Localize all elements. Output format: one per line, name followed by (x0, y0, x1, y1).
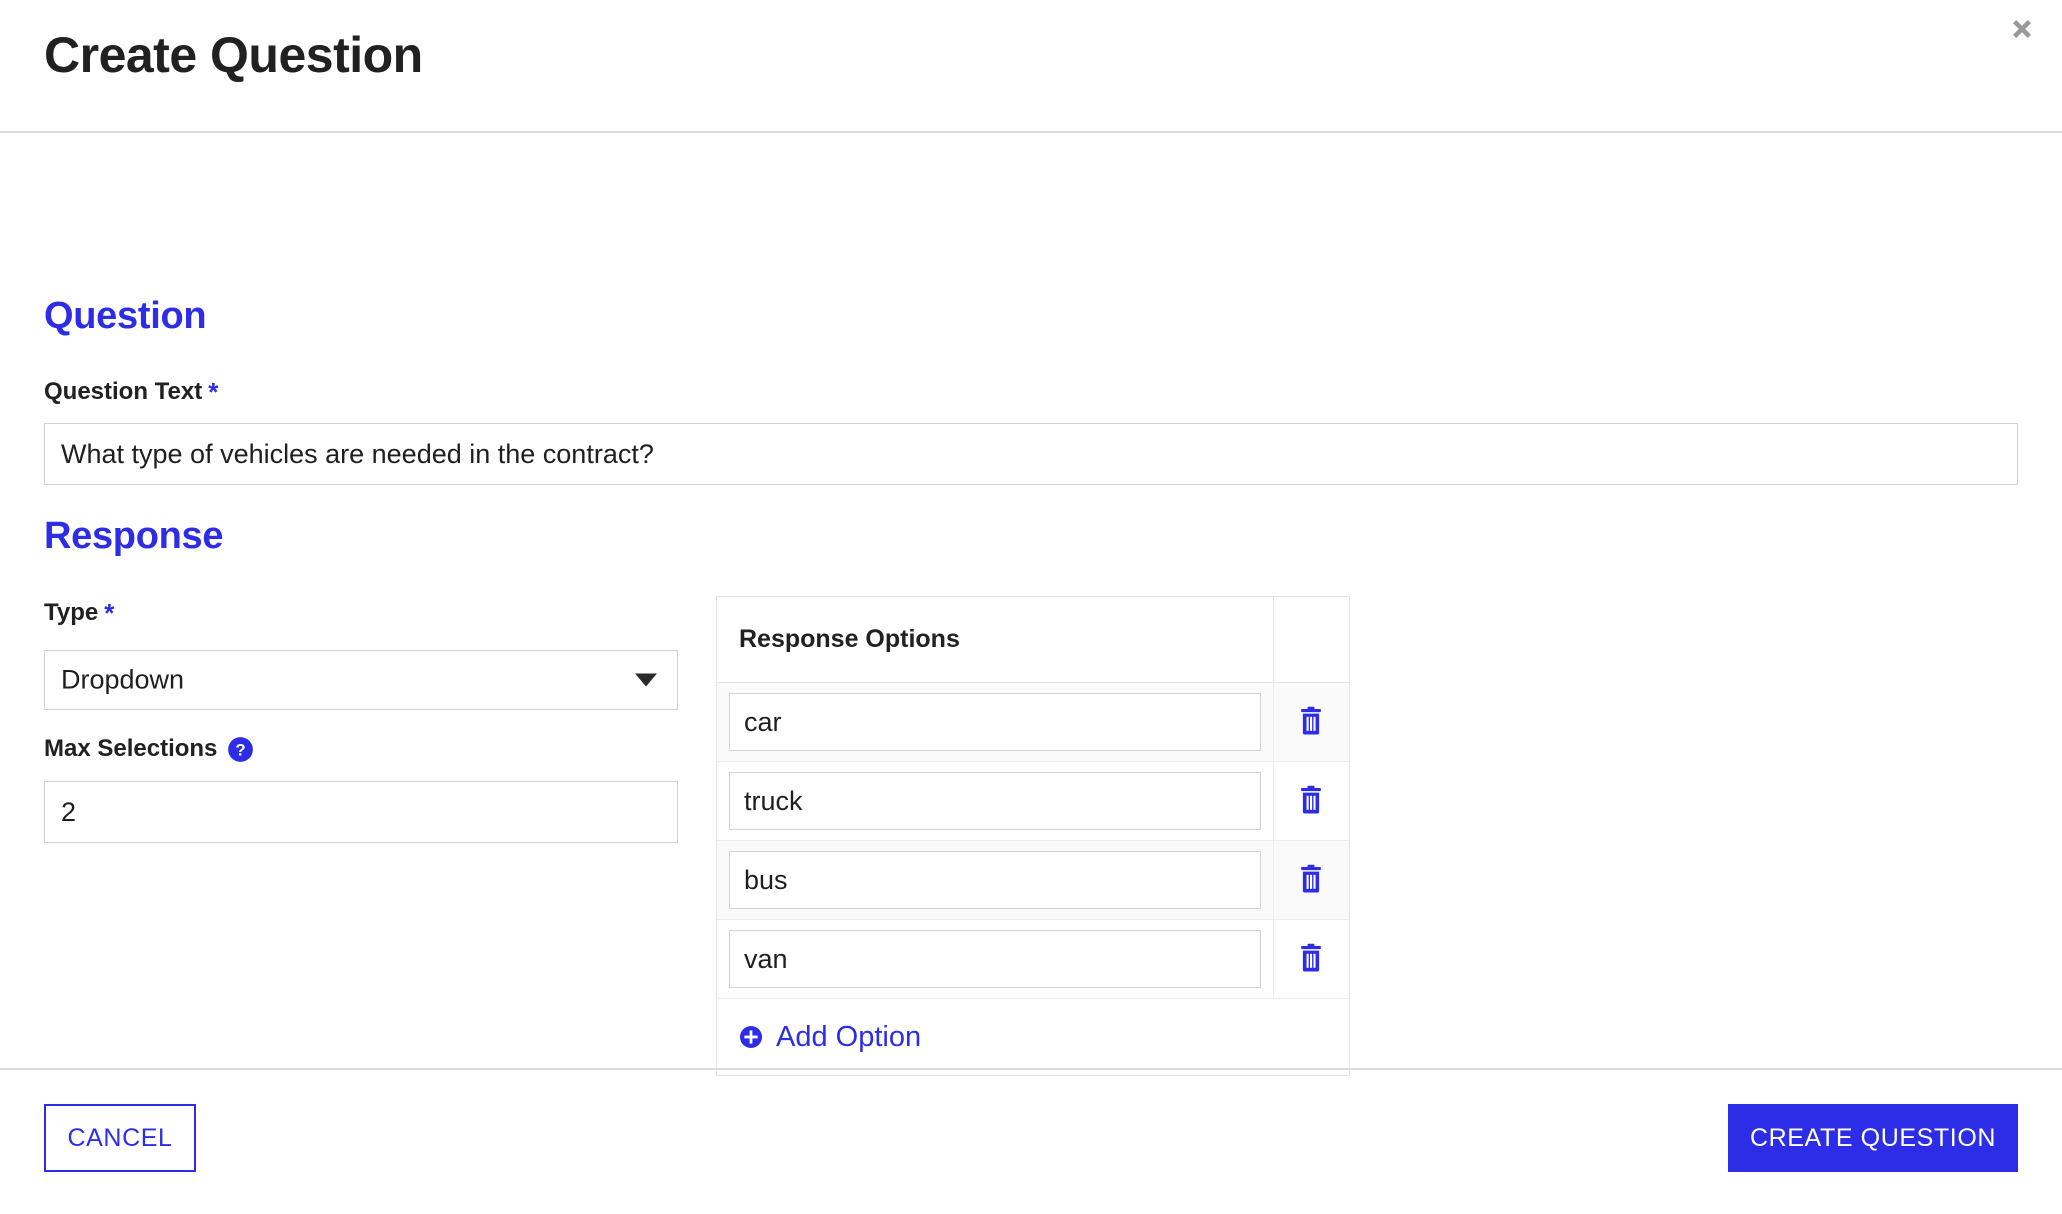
option-action-cell (1273, 682, 1349, 762)
chevron-down-icon (635, 673, 657, 687)
question-mark-help-icon[interactable]: ? (227, 736, 254, 763)
delete-option-button-0[interactable] (1289, 700, 1333, 744)
close-icon[interactable] (2000, 7, 2044, 51)
add-option-row: Add Option (717, 998, 1349, 1075)
add-option-button[interactable]: Add Option (717, 999, 1349, 1075)
trash-icon (1296, 705, 1326, 740)
option-input-3[interactable] (729, 930, 1261, 988)
option-cell (717, 761, 1274, 841)
delete-option-button-2[interactable] (1289, 858, 1333, 902)
modal-body: Question Question Text * Response Type *… (0, 133, 2062, 1076)
add-option-label: Add Option (776, 1020, 922, 1053)
option-action-cell (1273, 761, 1349, 841)
response-options-column-header: Response Options (717, 597, 1274, 683)
question-text-input[interactable] (44, 423, 2018, 485)
option-action-cell (1273, 840, 1349, 920)
table-row (717, 919, 1349, 999)
table-row (717, 682, 1349, 762)
option-input-2[interactable] (729, 851, 1261, 909)
svg-text:?: ? (236, 740, 246, 759)
max-selections-label: Max Selections ? (44, 735, 254, 763)
option-action-cell (1273, 919, 1349, 999)
add-option-cell: Add Option (717, 998, 1349, 1075)
response-section-heading: Response (44, 515, 224, 557)
max-selections-input[interactable] (44, 781, 678, 843)
type-label: Type * (44, 599, 114, 627)
modal-header: Create Question (0, 0, 2062, 133)
question-section-heading: Question (44, 295, 207, 337)
delete-option-button-1[interactable] (1289, 779, 1333, 823)
table-row (717, 840, 1349, 920)
page-title: Create Question (44, 27, 423, 83)
question-text-label-text: Question Text (44, 378, 203, 405)
required-asterisk: * (104, 598, 115, 628)
delete-option-button-3[interactable] (1289, 937, 1333, 981)
trash-icon (1296, 784, 1326, 819)
required-asterisk: * (208, 377, 219, 407)
plus-circle-icon (739, 1025, 763, 1049)
type-select[interactable]: Dropdown (44, 650, 678, 710)
type-select-value: Dropdown (61, 664, 185, 695)
option-cell (717, 919, 1274, 999)
trash-icon (1296, 863, 1326, 898)
response-options-table: Response Options car truck bus van Add O… (716, 596, 1350, 1076)
option-cell (717, 840, 1274, 920)
max-selections-label-text: Max Selections (44, 735, 218, 762)
create-question-button[interactable]: CREATE QUESTION (1728, 1104, 2018, 1172)
table-header-row: Response Options (717, 597, 1349, 683)
trash-icon (1296, 942, 1326, 977)
option-cell (717, 682, 1274, 762)
option-input-0[interactable] (729, 693, 1261, 751)
type-label-text: Type (44, 599, 99, 626)
table-row (717, 761, 1349, 841)
cancel-button[interactable]: CANCEL (44, 1104, 196, 1172)
option-input-1[interactable] (729, 772, 1261, 830)
create-question-modal: Create Question Question Question Text *… (0, 0, 2062, 1214)
actions-column-header (1273, 597, 1349, 683)
question-text-label: Question Text * (44, 378, 218, 406)
modal-footer: CANCEL CREATE QUESTION (0, 1068, 2062, 1214)
